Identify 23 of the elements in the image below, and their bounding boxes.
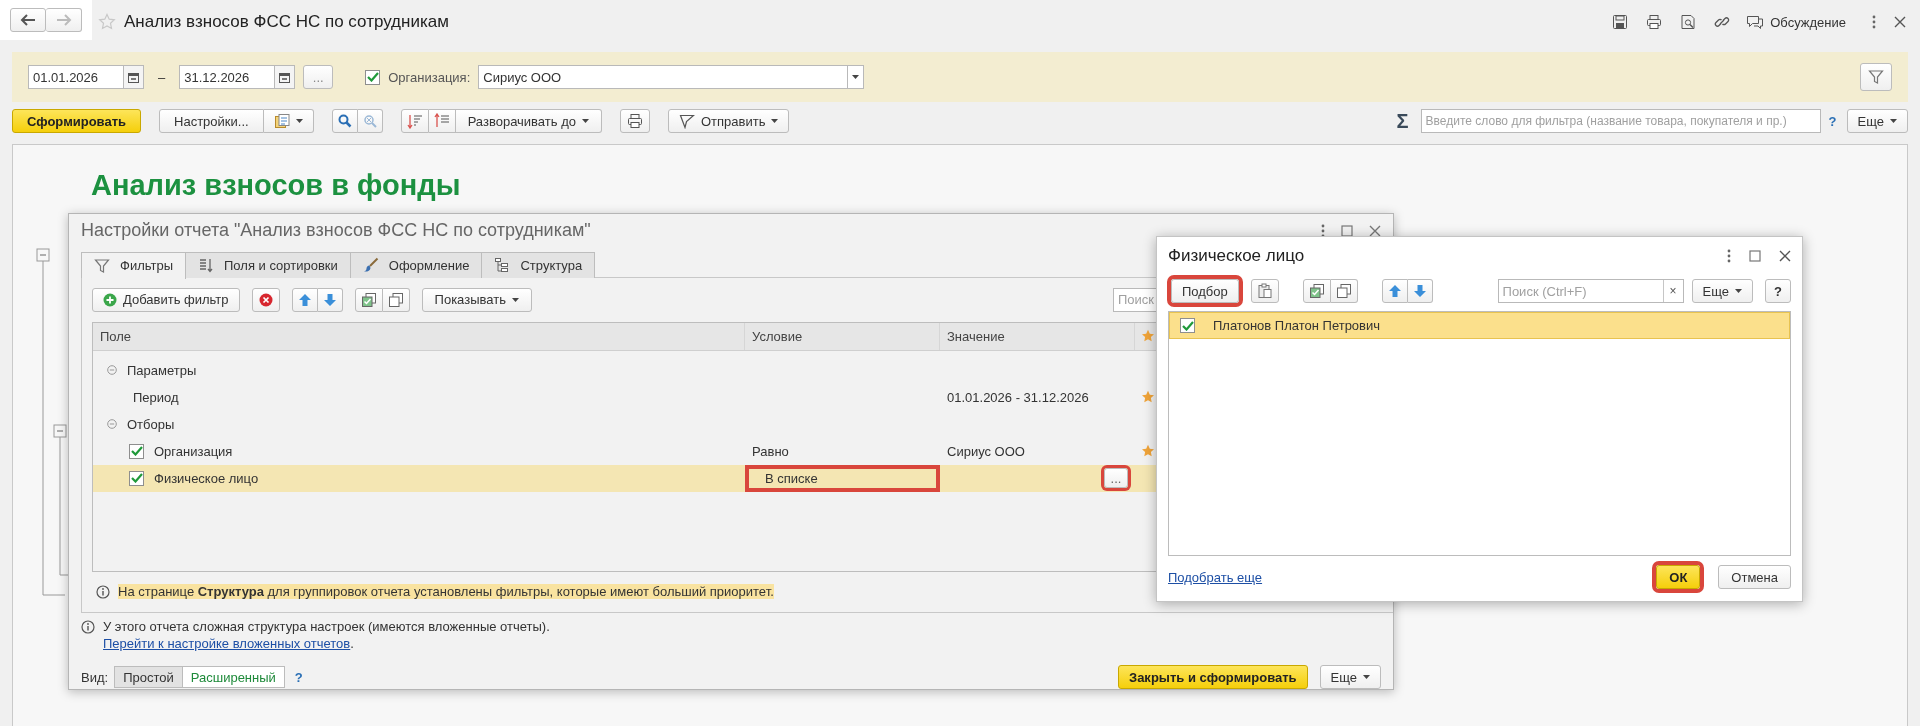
dialog-title: Физическое лицо	[1168, 246, 1305, 266]
sum-icon: Σ	[1396, 109, 1409, 133]
table-cell-text: Равно	[751, 442, 790, 461]
table-cell: Организация	[154, 443, 233, 459]
column-header: Поле	[100, 328, 132, 344]
table-cell: Отборы	[127, 416, 175, 432]
view-label: Вид:	[81, 669, 109, 685]
table-cell: В списке	[745, 464, 940, 492]
info-link-line: Перейти к настройке вложенных отчетов.	[103, 636, 355, 651]
column-header: Условие	[752, 328, 803, 344]
info-text: У этого отчета сложная структура настроек (имеются вложенные отчеты).	[103, 619, 550, 634]
table-cell: Период	[133, 389, 179, 405]
column-header: Значение	[947, 328, 1005, 344]
window-title: Анализ взносов ФСС НС по сотрудникам	[124, 12, 449, 32]
report-title: Анализ взносов в фонды	[91, 169, 461, 202]
organization-label: Организация:	[388, 69, 471, 85]
table-cell: 01.01.2026 - 31.12.2026	[947, 389, 1089, 405]
dialog-title: Настройки отчета "Анализ взносов ФСС НС по сотрудникам"	[81, 220, 591, 242]
table-cell: Параметры	[127, 362, 197, 378]
table-cell: Сириус ООО	[947, 443, 1025, 459]
date-separator: –	[158, 69, 166, 85]
notice-text: На странице Структура для группировок отчета установлены фильтры, которые имеют больший приоритет.	[118, 584, 774, 600]
table-cell: Физическое лицо	[154, 470, 259, 486]
